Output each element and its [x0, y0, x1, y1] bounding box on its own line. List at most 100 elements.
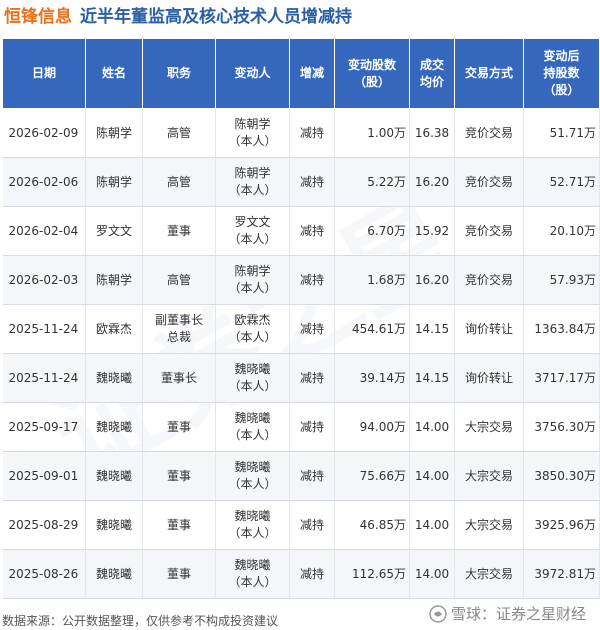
cell-role: 董事 — [142, 206, 216, 256]
cell-amount: 6.70万 — [334, 206, 410, 256]
cell-price: 14.00 — [409, 402, 455, 452]
table-row: 2026-02-09 陈朝学 高管 陈朝学 （本人） 减持 1.00万 16.38 竞价交易 51… — [2, 108, 600, 158]
cell-after: 20.10万 — [523, 206, 600, 256]
header-after: 变动后 持股数 （股） — [523, 38, 600, 109]
cell-date: 2025-09-01 — [2, 451, 86, 501]
cell-date: 2026-02-04 — [2, 206, 86, 256]
brand-watermark: 雪球：证券之星财经 — [429, 603, 586, 624]
cell-name: 陈朝学 — [85, 108, 143, 158]
cell-changer: 陈朝学 （本人） — [215, 157, 290, 207]
table-row: 2025-08-29 魏晓曦 董事 魏晓曦 （本人） 减持 46.85万 14.00 大宗交易 3… — [2, 500, 600, 550]
cell-method: 大宗交易 — [454, 549, 524, 599]
company-name: 恒锋信息 — [4, 7, 72, 27]
cell-changer: 魏晓曦 （本人） — [215, 451, 290, 501]
cell-change: 减持 — [289, 451, 335, 501]
cell-change: 减持 — [289, 157, 335, 207]
cell-changer: 魏晓曦 （本人） — [215, 549, 290, 599]
cell-date: 2026-02-03 — [2, 255, 86, 305]
cell-price: 14.15 — [409, 353, 455, 403]
table-row: 2026-02-03 陈朝学 高管 陈朝学 （本人） 减持 1.68万 16.20 竞价交易 57… — [2, 255, 600, 305]
header-changer: 变动人 — [215, 38, 290, 109]
cell-date: 2026-02-06 — [2, 157, 86, 207]
cell-date: 2025-08-29 — [2, 500, 86, 550]
header-name: 姓名 — [85, 38, 143, 109]
cell-change: 减持 — [289, 402, 335, 452]
table-row: 2025-11-24 欧霖杰 副董事长 总裁 欧霖杰 （本人） 减持 454.61万 14.15… — [2, 304, 600, 354]
cell-price: 16.38 — [409, 108, 455, 158]
cell-method: 竞价交易 — [454, 157, 524, 207]
cell-change: 减持 — [289, 206, 335, 256]
cell-role: 董事 — [142, 549, 216, 599]
header-date: 日期 — [2, 38, 86, 109]
cell-amount: 75.66万 — [334, 451, 410, 501]
cell-after: 1363.84万 — [523, 304, 600, 354]
cell-method: 大宗交易 — [454, 500, 524, 550]
cell-change: 减持 — [289, 108, 335, 158]
header-method: 交易方式 — [454, 38, 524, 109]
cell-date: 2025-11-24 — [2, 353, 86, 403]
cell-changer: 魏晓曦 （本人） — [215, 500, 290, 550]
cell-name: 魏晓曦 — [85, 549, 143, 599]
cell-amount: 1.00万 — [334, 108, 410, 158]
cell-changer: 欧霖杰 （本人） — [215, 304, 290, 354]
cell-after: 52.71万 — [523, 157, 600, 207]
cell-role: 高管 — [142, 157, 216, 207]
cell-after: 51.71万 — [523, 108, 600, 158]
cell-price: 14.00 — [409, 451, 455, 501]
cell-date: 2025-09-17 — [2, 402, 86, 452]
header-price: 成交 均价 — [409, 38, 455, 109]
cell-method: 竞价交易 — [454, 255, 524, 305]
cell-price: 16.20 — [409, 157, 455, 207]
cell-name: 魏晓曦 — [85, 500, 143, 550]
table-row: 2025-09-01 魏晓曦 董事 魏晓曦 （本人） 减持 75.66万 14.00 大宗交易 3… — [2, 451, 600, 501]
cell-after: 3850.30万 — [523, 451, 600, 501]
cell-date: 2025-08-26 — [2, 549, 86, 599]
data-source-note: 数据来源：公开数据整理，仅供参考不构成投资建议 — [2, 614, 279, 628]
table-header-row: 日期 姓名 职务 变动人 增减 变动股数 （股） 成交 均价 交易方式 变动后 持股数… — [2, 38, 600, 109]
cell-amount: 94.00万 — [334, 402, 410, 452]
cell-price: 16.20 — [409, 255, 455, 305]
cell-after: 3717.17万 — [523, 353, 600, 403]
cell-change: 减持 — [289, 353, 335, 403]
title-text: 近半年董监高及核心技术人员增减持 — [80, 7, 352, 27]
cell-name: 陈朝学 — [85, 157, 143, 207]
cell-amount: 39.14万 — [334, 353, 410, 403]
cell-method: 大宗交易 — [454, 451, 524, 501]
cell-method: 询价转让 — [454, 304, 524, 354]
cell-changer: 魏晓曦 （本人） — [215, 353, 290, 403]
cell-changer: 魏晓曦 （本人） — [215, 402, 290, 452]
table-row: 2025-09-17 魏晓曦 董事 魏晓曦 （本人） 减持 94.00万 14.00 大宗交易 3… — [2, 402, 600, 452]
cell-after: 3756.30万 — [523, 402, 600, 452]
cell-after: 57.93万 — [523, 255, 600, 305]
cell-after: 3972.81万 — [523, 549, 600, 599]
cell-after: 3925.96万 — [523, 500, 600, 550]
cell-price: 14.15 — [409, 304, 455, 354]
cell-amount: 5.22万 — [334, 157, 410, 207]
cell-name: 陈朝学 — [85, 255, 143, 305]
cell-name: 罗文文 — [85, 206, 143, 256]
cell-change: 减持 — [289, 255, 335, 305]
cell-name: 欧霖杰 — [85, 304, 143, 354]
table-row: 2025-11-24 魏晓曦 董事长 魏晓曦 （本人） 减持 39.14万 14.15 询价转让… — [2, 353, 600, 403]
cell-method: 竞价交易 — [454, 206, 524, 256]
header-amount: 变动股数 （股） — [334, 38, 410, 109]
cell-role: 高管 — [142, 255, 216, 305]
cell-role: 副董事长 总裁 — [142, 304, 216, 354]
cell-change: 减持 — [289, 549, 335, 599]
cell-change: 减持 — [289, 304, 335, 354]
cell-name: 魏晓曦 — [85, 402, 143, 452]
cell-amount: 1.68万 — [334, 255, 410, 305]
holdings-change-table: 日期 姓名 职务 变动人 增减 变动股数 （股） 成交 均价 交易方式 变动后 持股数… — [2, 38, 600, 599]
cell-role: 董事 — [142, 402, 216, 452]
cell-method: 竞价交易 — [454, 108, 524, 158]
cell-role: 董事 — [142, 500, 216, 550]
table-row: 2026-02-04 罗文文 董事 罗文文 （本人） 减持 6.70万 15.92 竞价交易 20… — [2, 206, 600, 256]
cell-amount: 112.65万 — [334, 549, 410, 599]
cell-price: 14.00 — [409, 500, 455, 550]
snowball-icon — [429, 604, 447, 623]
cell-name: 魏晓曦 — [85, 451, 143, 501]
header-role: 职务 — [142, 38, 216, 109]
cell-date: 2025-11-24 — [2, 304, 86, 354]
cell-amount: 46.85万 — [334, 500, 410, 550]
header-change: 增减 — [289, 38, 335, 109]
